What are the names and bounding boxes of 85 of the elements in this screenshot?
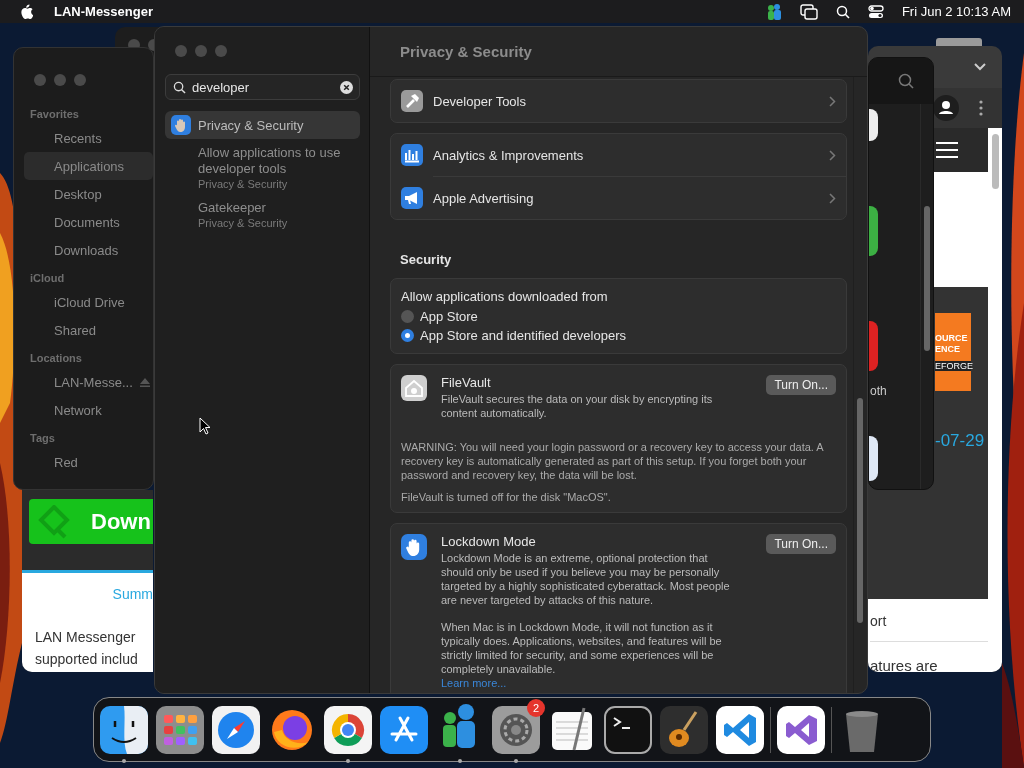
smiley-face-icon[interactable] <box>100 705 148 754</box>
feature-title: Lockdown Mode <box>441 534 537 549</box>
app-tile-icon <box>869 206 878 256</box>
menu-bar-clock[interactable]: Fri Jun 2 10:13 AM <box>901 4 1011 19</box>
section-heading: Security <box>399 251 453 268</box>
app-tile-icon <box>869 109 878 141</box>
search-bar[interactable]: developer <box>165 74 360 100</box>
chevron-right-icon <box>829 95 836 107</box>
item-label: oth <box>869 384 888 398</box>
window-stack-icon[interactable] <box>799 3 818 20</box>
app-tile-icon <box>869 321 878 371</box>
settings-row[interactable]: Apple Advertising <box>391 177 846 219</box>
feature-description: When Mac is in Lockdown Mode, it will not function as it typically does. Applications, websites, and features will be strictly limited for security, and some experiences will be completely unavailable. <box>441 620 723 676</box>
sidebar-item[interactable]: Privacy & Security <box>165 111 360 139</box>
sidebar-item[interactable]: Applications <box>24 152 153 180</box>
sidebar-heading: Favorites <box>29 107 80 122</box>
sidebar-item[interactable]: iCloud Drive <box>24 288 153 316</box>
hammer-icon <box>401 90 423 112</box>
diamond-icon <box>37 504 71 539</box>
award-badge: OURCE ENCE EFORGE <box>935 313 971 391</box>
page-tab[interactable]: Summ <box>112 586 153 602</box>
sidebar-heading: Tags <box>29 431 56 446</box>
release-date: -07-29 <box>935 431 986 451</box>
avatar-icon[interactable] <box>933 95 959 121</box>
sidebar-item[interactable]: Downloads <box>24 236 153 264</box>
paragraph-line: supported includ <box>35 650 139 669</box>
feature-description: Lockdown Mode is an extreme, optional protection that should only be used if you believe you may be personally targeted by a highly sophisticated cyberattack. Most people are never targeted by attacks of this nature. <box>441 551 731 607</box>
paragraph-line: atures are <box>870 656 939 672</box>
sidebar-item[interactable]: LAN-Messe... <box>24 368 153 396</box>
browser-icon[interactable] <box>324 705 372 754</box>
menu-icon[interactable] <box>936 142 958 158</box>
setting-label: Allow applications downloaded from <box>401 289 609 304</box>
paragraph-line: LAN Messenger <box>35 628 137 647</box>
feature-title: FileVault <box>441 375 492 390</box>
radio-option[interactable]: App Store <box>401 307 836 326</box>
compass-icon[interactable] <box>212 705 260 754</box>
sidebar-heading: iCloud <box>29 271 66 286</box>
sidebar-item[interactable]: Documents <box>24 208 153 236</box>
house-icon <box>401 375 427 401</box>
radio-option[interactable]: App Store and identified developers <box>401 326 836 345</box>
search-result[interactable]: Gatekeeper Privacy & Security <box>165 194 360 233</box>
megaphone-icon <box>401 187 423 209</box>
code-icon[interactable] <box>716 705 764 754</box>
sidebar-item[interactable]: Shared <box>24 316 153 344</box>
sidebar-item[interactable]: Desktop <box>24 180 153 208</box>
bar-chart-icon <box>401 144 423 166</box>
hand-icon <box>401 534 427 560</box>
toggles-icon[interactable] <box>867 4 884 19</box>
people-icon[interactable] <box>765 2 782 21</box>
kebab-menu-icon[interactable] <box>979 100 983 116</box>
app-grid-icon[interactable] <box>156 705 204 754</box>
search-field[interactable]: developer <box>192 79 334 95</box>
search-result[interactable]: Allow applications to use developer tools Privacy & Security <box>165 139 360 194</box>
chevron-right-icon <box>829 192 836 204</box>
warning-text: WARNING: You will need your login password or a recovery key to access your data. A recovery key is automatically generated as part of this setup. If you forget both your password and recovery key, the data will be lost. <box>401 440 825 482</box>
terminal-icon[interactable] <box>604 705 652 754</box>
window-title: Privacy & Security <box>400 43 532 60</box>
settings-row[interactable]: Analytics & Improvements <box>391 134 846 176</box>
settings-row[interactable]: Developer Tools <box>391 80 846 122</box>
status-text: FileVault is turned off for the disk "MacOS". <box>401 490 612 504</box>
sidebar-item[interactable]: Red <box>24 448 153 476</box>
app-store-icon[interactable] <box>380 705 428 754</box>
sidebar-item[interactable]: Recents <box>24 124 153 152</box>
learn-more-link[interactable]: Learn more... <box>441 676 743 690</box>
notification-badge: 2 <box>527 698 545 717</box>
scrollbar-thumb[interactable] <box>924 206 930 351</box>
chevron-right-icon <box>829 149 836 161</box>
guitar-icon[interactable] <box>660 705 708 754</box>
search-icon[interactable] <box>835 4 850 19</box>
feature-description: FileVault secures the data on your disk by encrypting its content automatically. <box>441 392 714 420</box>
hand-icon <box>171 115 191 135</box>
sidebar-item[interactable]: Network <box>24 396 153 424</box>
clear-icon[interactable] <box>340 80 353 94</box>
search-icon <box>173 80 186 94</box>
gear-icon[interactable] <box>492 705 540 754</box>
apple-logo-icon[interactable] <box>20 3 34 20</box>
app-name[interactable]: LAN-Messenger <box>54 4 153 19</box>
turn-on-button[interactable]: Turn On... <box>766 375 836 395</box>
scrollbar-thumb[interactable] <box>991 134 999 189</box>
mouse-pointer-icon <box>199 417 211 435</box>
turn-on-button[interactable]: Turn On... <box>766 534 836 554</box>
app-tile-icon <box>869 436 878 481</box>
sidebar-heading: Locations <box>29 351 83 366</box>
scrollbar-thumb[interactable] <box>856 398 863 623</box>
chevron-down-icon[interactable] <box>974 63 986 71</box>
